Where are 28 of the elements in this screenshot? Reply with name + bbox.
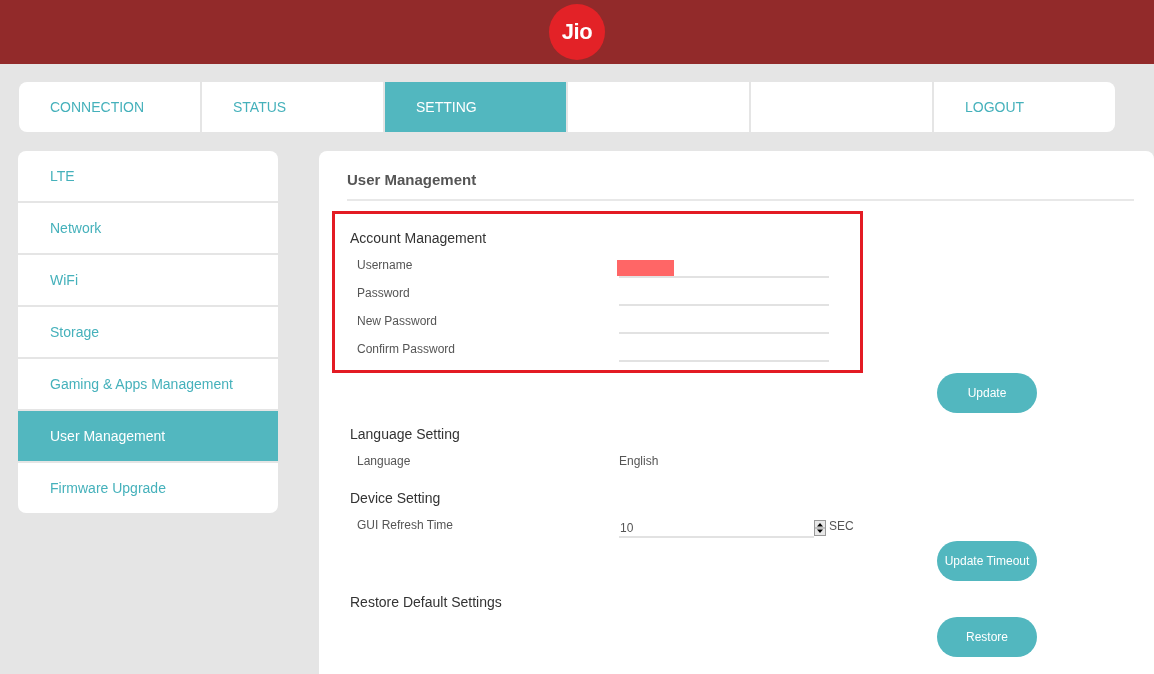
action-button[interactable]: Restore — [937, 617, 1037, 657]
sidebar-item[interactable]: Storage — [18, 307, 278, 359]
section-title: Device Setting — [350, 490, 442, 506]
field-label: Language — [357, 454, 412, 470]
logo: Jio — [549, 4, 605, 60]
sidebar-item[interactable]: LTE — [18, 151, 278, 203]
section-title: Language Setting — [350, 426, 461, 442]
field-value: English — [619, 454, 659, 470]
section-title: Account Management — [350, 230, 488, 246]
section-title: Restore Default Settings — [350, 594, 503, 610]
sidebar-item[interactable]: Firmware Upgrade — [18, 463, 278, 513]
field-label: Username — [357, 258, 414, 274]
field-label: Confirm Password — [357, 342, 457, 358]
tab[interactable]: LOGOUT — [934, 82, 1115, 132]
spinner-arrows-icon[interactable] — [814, 520, 826, 536]
sidebar-item[interactable]: WiFi — [18, 255, 278, 307]
action-button[interactable]: Update Timeout — [937, 541, 1037, 581]
unit-label: SEC — [828, 519, 854, 535]
sidebar-item[interactable]: User Management — [18, 411, 278, 463]
sidebar-item[interactable]: Network — [18, 203, 278, 255]
action-button[interactable]: Update — [937, 373, 1037, 413]
field-label: New Password — [357, 314, 439, 330]
field-label: Password — [357, 286, 411, 302]
panel-title: User Management — [347, 171, 1134, 201]
field-label: GUI Refresh Time — [357, 518, 455, 534]
tab[interactable]: SETTING — [385, 82, 568, 132]
tab[interactable]: CONNECTION — [19, 82, 202, 132]
number-field[interactable]: 10 — [619, 516, 814, 538]
